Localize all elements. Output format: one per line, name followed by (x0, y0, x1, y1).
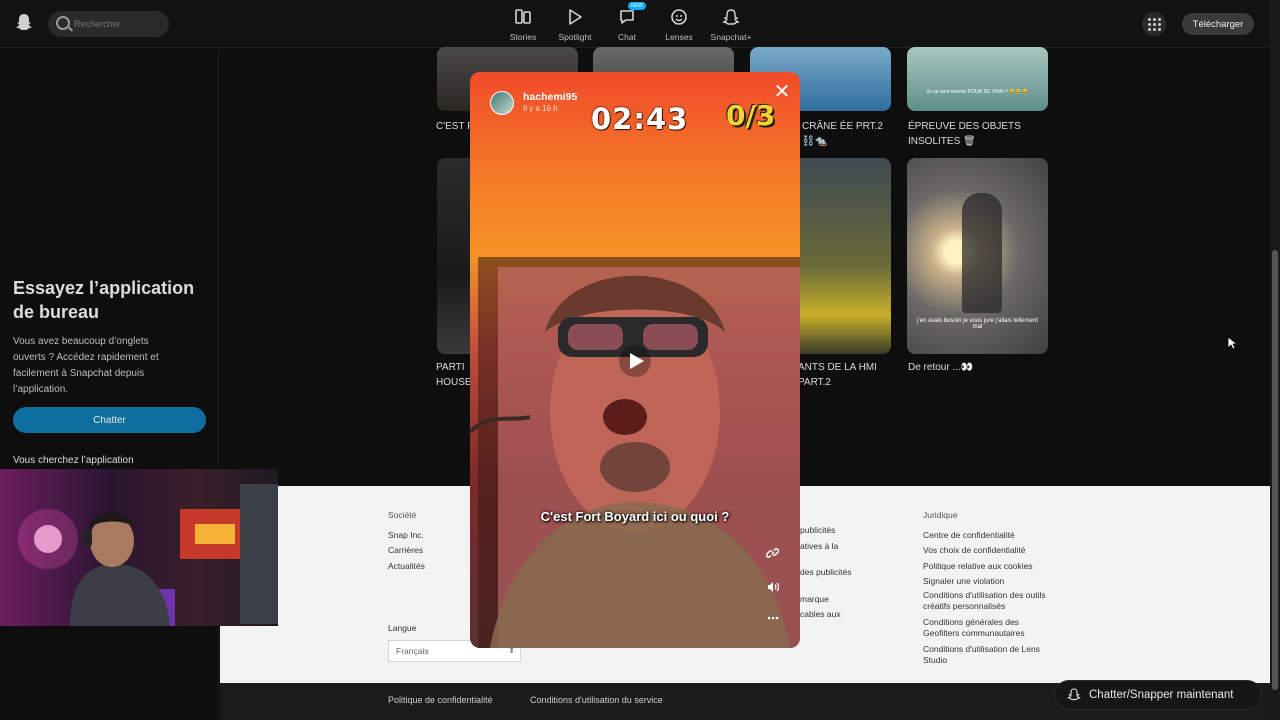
page-scrollbar[interactable] (1270, 0, 1280, 720)
footer-link[interactable]: cables aux (800, 607, 852, 623)
stories-icon (512, 6, 534, 28)
chat-snap-now-button[interactable]: Chatter/Snapper maintenant (1054, 680, 1262, 710)
footer-link[interactable]: Conditions générales des Geofilters comm… (923, 617, 1053, 640)
footer-link[interactable]: Vos choix de confidentialité (923, 543, 1053, 559)
chat-icon: NEW (616, 2, 646, 28)
download-button[interactable]: Télécharger (1182, 13, 1254, 35)
chat-button[interactable]: Chatter (13, 407, 206, 433)
nav-chat[interactable]: NEW Chat (602, 2, 652, 42)
footer-link[interactable]: Conditions d'utilisation de Lens Studio (923, 644, 1053, 667)
snapchat-ghost-icon[interactable] (14, 12, 34, 32)
footer-legal-column: Juridique Centre de confidentialité Vos … (923, 508, 1053, 667)
webcam-image (0, 469, 278, 626)
nav-spotlight[interactable]: Spotlight (550, 6, 600, 42)
story-username[interactable]: hachemi95 (523, 91, 577, 103)
spotlight-tile[interactable]: j’en avais besoin je vous jure j’allais … (907, 158, 1048, 354)
cta-label: Chatter/Snapper maintenant (1089, 689, 1234, 701)
footer-ads-column: publicités atives à la des publicités ma… (800, 523, 852, 623)
story-subtitle: C'est Fort Boyard ici ou quoi ? (540, 509, 730, 524)
more-icon[interactable] (763, 611, 783, 631)
footer-link[interactable]: atives à la (800, 539, 852, 555)
nav-lenses[interactable]: Lenses (654, 6, 704, 42)
language-label: Langue (388, 623, 417, 633)
footer-link[interactable]: Politique relative aux cookies (923, 559, 1053, 575)
snapchat-plus-icon (720, 6, 742, 28)
link-icon[interactable] (763, 546, 783, 566)
spotlight-tile[interactable]: ils se sont marrés POUR DE VRAI !! 😂😂😂 (907, 47, 1048, 111)
story-viewer[interactable]: hachemi95 Il y a 16 h 02:43 0/3 ✕ C'est … (470, 72, 800, 648)
looking-for-app-text: Vous cherchez l’application (13, 455, 134, 466)
play-icon[interactable] (619, 345, 651, 377)
terms-of-service-link[interactable]: Conditions d'utilisation du service (530, 695, 663, 705)
tile-caption[interactable]: ANTS DE LA HMI PART.2 (798, 360, 898, 390)
search-box[interactable] (48, 11, 169, 37)
tile-caption[interactable]: CRÂNE ÉE PRT.2 ⛓️🐀 (802, 119, 892, 149)
footer-link[interactable]: Signaler une violation (923, 574, 1053, 590)
footer-link[interactable]: Actualités (388, 559, 425, 575)
tile-text: j’en avais besoin je vous jure j’allais … (917, 318, 1038, 330)
ghost-icon (1067, 688, 1081, 701)
promo-title: Essayez l’application de bureau (13, 278, 195, 322)
story-score-overlay: 0/3 (726, 99, 776, 132)
footer-link[interactable]: Snap Inc. (388, 528, 425, 544)
footer-link[interactable]: Centre de confidentialité (923, 528, 1053, 544)
footer-link[interactable]: des publicités (800, 565, 852, 581)
footer-link[interactable]: publicités (800, 523, 852, 539)
nav-stories[interactable]: Stories (498, 6, 548, 42)
volume-icon[interactable] (763, 580, 783, 600)
footer-heading: Juridique (923, 510, 958, 520)
footer-heading: Société (388, 510, 417, 520)
new-badge: NEW (628, 2, 646, 10)
webcam-overlay (0, 469, 278, 626)
nav-label: Snapchat+ (710, 32, 752, 42)
apps-grid-icon[interactable] (1142, 12, 1166, 36)
tile-caption[interactable]: ÉPREUVE DES OBJETS INSOLITES 🗑 (908, 119, 1038, 149)
nav-label: Spotlight (558, 32, 592, 42)
user-avatar[interactable] (490, 91, 514, 115)
search-icon (56, 16, 70, 30)
nav-snapchat-plus[interactable]: Snapchat+ (706, 6, 756, 42)
nav-label: Stories (509, 32, 537, 42)
spotlight-icon (564, 6, 586, 28)
nav-label: Lenses (665, 32, 693, 42)
footer-link[interactable]: marque (800, 592, 852, 608)
footer-link[interactable] (800, 581, 852, 592)
tile-caption[interactable]: De retour ...👀 (908, 360, 1053, 375)
nav-label: Chat (618, 32, 636, 42)
tile-text: ils se sont marrés POUR DE VRAI !! 😂😂😂 (927, 89, 1028, 95)
footer-company-column: Société Snap Inc. Carrières Actualités (388, 508, 425, 574)
story-timer-overlay: 02:43 (591, 102, 689, 136)
top-bar: Stories Spotlight NEW Chat Lenses Snapch… (0, 0, 1270, 48)
story-time-ago: Il y a 16 h (523, 104, 558, 113)
scrollbar-thumb[interactable] (1272, 250, 1278, 690)
tile-figure (962, 193, 1002, 313)
search-input[interactable] (74, 15, 164, 33)
lenses-icon (668, 6, 690, 28)
close-icon[interactable]: ✕ (770, 80, 794, 104)
privacy-policy-link[interactable]: Politique de confidentialité (388, 695, 493, 705)
mouse-cursor-icon (1227, 336, 1237, 350)
footer-link[interactable]: Conditions d'utilisation des outils créa… (923, 590, 1053, 613)
footer-link[interactable]: Carrières (388, 543, 425, 559)
footer-link[interactable] (800, 554, 852, 565)
promo-description: Vous avez beaucoup d’onglets ouverts ? A… (13, 336, 159, 395)
